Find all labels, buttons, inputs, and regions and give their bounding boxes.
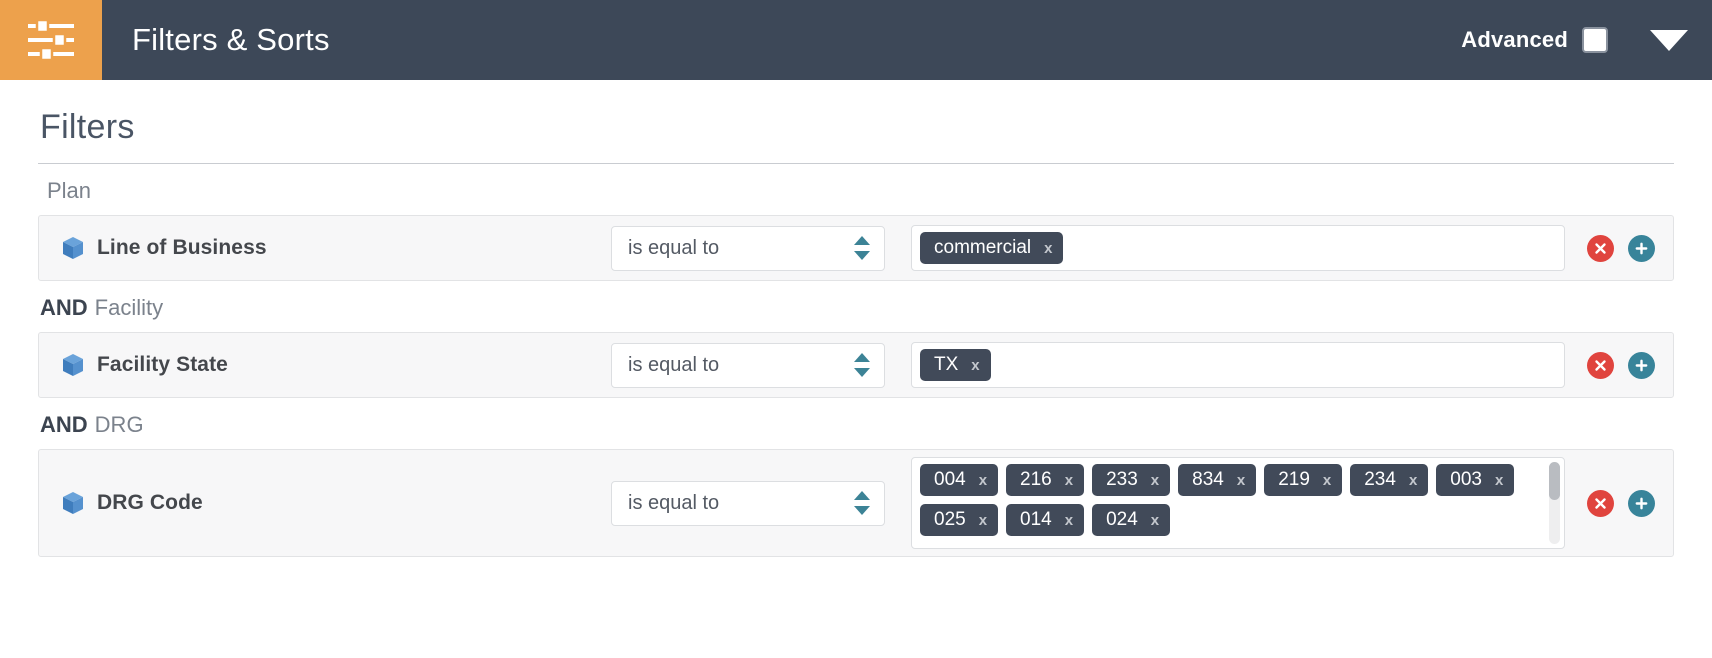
chevron-down-icon[interactable] xyxy=(1650,29,1688,51)
sliders-icon xyxy=(28,20,74,60)
value-tag-remove-icon[interactable]: x xyxy=(1065,472,1073,489)
add-filter-button[interactable] xyxy=(1628,234,1655,262)
value-tag-label: 216 xyxy=(1020,469,1052,490)
filter-field[interactable]: Facility State xyxy=(61,353,611,378)
value-tag[interactable]: 834 x xyxy=(1178,464,1257,496)
page-title: Filters xyxy=(40,108,135,146)
value-tag-label: 004 xyxy=(934,469,966,490)
filter-row: DRG Code is equal to 004 x 216 x 233 x 834 x 219… xyxy=(38,449,1674,557)
cube-icon xyxy=(61,353,85,378)
filter-row: Line of Business is equal to commercial … xyxy=(38,215,1674,281)
add-filter-button[interactable] xyxy=(1628,489,1655,517)
advanced-checkbox[interactable] xyxy=(1582,27,1608,53)
value-tag-label: 003 xyxy=(1450,469,1482,490)
value-tag-remove-icon[interactable]: x xyxy=(1065,512,1073,529)
value-tag[interactable]: commercial x xyxy=(920,232,1064,264)
filter-field-label: Facility State xyxy=(97,353,228,376)
value-tag[interactable]: 014 x xyxy=(1006,504,1085,536)
group-name-plan: Plan xyxy=(47,178,92,203)
values-scrollbar-thumb[interactable] xyxy=(1549,462,1560,500)
filters-body: Filters Plan Line of Business is equal t… xyxy=(0,80,1712,557)
header-controls: Advanced xyxy=(1461,0,1712,80)
value-tag-remove-icon[interactable]: x xyxy=(1323,472,1331,489)
value-tag[interactable]: 024 x xyxy=(1092,504,1171,536)
filter-field[interactable]: DRG Code xyxy=(61,491,611,516)
value-tag-remove-icon[interactable]: x xyxy=(1409,472,1417,489)
value-tag-label: 025 xyxy=(934,509,966,530)
filter-row: Facility State is equal to TX x xyxy=(38,332,1674,398)
filter-values-box[interactable]: commercial x xyxy=(911,225,1565,271)
operator-select[interactable]: is equal to xyxy=(611,225,885,271)
value-tag[interactable]: TX x xyxy=(920,349,991,381)
value-tag-remove-icon[interactable]: x xyxy=(1044,240,1052,257)
value-tag-remove-icon[interactable]: x xyxy=(1495,472,1503,489)
delete-filter-button[interactable] xyxy=(1587,489,1614,517)
value-tag-label: commercial xyxy=(934,237,1032,258)
filter-row-actions xyxy=(1565,489,1673,517)
filter-field-label: Line of Business xyxy=(97,236,267,259)
value-tag[interactable]: 004 x xyxy=(920,464,999,496)
value-tag-remove-icon[interactable]: x xyxy=(1237,472,1245,489)
cube-icon xyxy=(61,491,85,516)
conjunction-drg: AND xyxy=(40,412,88,437)
value-tag-label: TX xyxy=(934,354,959,375)
value-tag-label: 024 xyxy=(1106,509,1138,530)
value-tag-label: 234 xyxy=(1364,469,1396,490)
filter-field-label: DRG Code xyxy=(97,491,203,514)
value-tag[interactable]: 216 x xyxy=(1006,464,1085,496)
value-tag-label: 219 xyxy=(1278,469,1310,490)
conjunction-facility: AND xyxy=(40,295,88,320)
filter-values-box[interactable]: TX x xyxy=(911,342,1565,388)
value-tag[interactable]: 003 x xyxy=(1436,464,1515,496)
operator-value: is equal to xyxy=(628,491,720,514)
add-filter-button[interactable] xyxy=(1628,351,1655,379)
value-tag-label: 014 xyxy=(1020,509,1052,530)
filter-row-actions xyxy=(1565,351,1673,379)
value-tag[interactable]: 025 x xyxy=(920,504,999,536)
group-label-plan: Plan xyxy=(38,164,1674,215)
operator-select[interactable]: is equal to xyxy=(611,480,885,526)
filter-field[interactable]: Line of Business xyxy=(61,236,611,261)
cube-icon xyxy=(61,236,85,261)
values-scrollbar[interactable] xyxy=(1549,462,1560,544)
value-tag-label: 834 xyxy=(1192,469,1224,490)
filter-values-box[interactable]: 004 x 216 x 233 x 834 x 219 x 234 x 003 x 025 x 014 x 024 x xyxy=(911,457,1565,549)
value-tag-remove-icon[interactable]: x xyxy=(1151,472,1159,489)
delete-filter-button[interactable] xyxy=(1587,351,1614,379)
value-tag-remove-icon[interactable]: x xyxy=(979,472,987,489)
filters-panel-toggle[interactable] xyxy=(0,0,102,80)
value-tag-label: 233 xyxy=(1106,469,1138,490)
value-tag-remove-icon[interactable]: x xyxy=(979,512,987,529)
filters-sorts-header: Filters & Sorts Advanced xyxy=(0,0,1712,80)
advanced-label: Advanced xyxy=(1461,27,1568,52)
group-name-facility: Facility xyxy=(94,295,164,320)
operator-select[interactable]: is equal to xyxy=(611,342,885,388)
value-tag-remove-icon[interactable]: x xyxy=(971,357,979,374)
group-name-drg: DRG xyxy=(94,412,144,437)
value-tag[interactable]: 233 x xyxy=(1092,464,1171,496)
operator-value: is equal to xyxy=(628,236,720,259)
value-tag-remove-icon[interactable]: x xyxy=(1151,512,1159,529)
value-tag[interactable]: 219 x xyxy=(1264,464,1343,496)
delete-filter-button[interactable] xyxy=(1587,234,1614,262)
filter-row-actions xyxy=(1565,234,1673,262)
group-label-facility: AND Facility xyxy=(38,281,1674,332)
panel-title: Filters & Sorts xyxy=(132,22,330,57)
operator-value: is equal to xyxy=(628,353,720,376)
value-tag[interactable]: 234 x xyxy=(1350,464,1429,496)
group-label-drg: AND DRG xyxy=(38,398,1674,449)
